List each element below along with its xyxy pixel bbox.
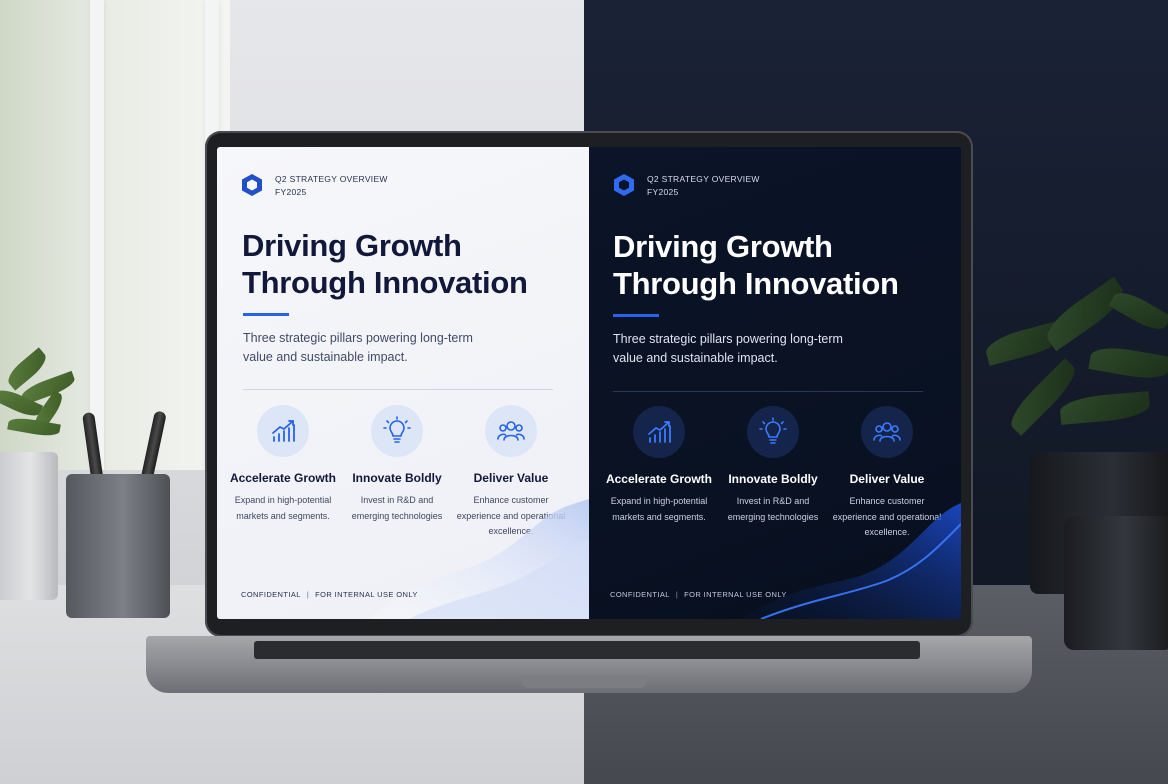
accent-underline bbox=[613, 314, 659, 317]
people-group-icon bbox=[497, 421, 525, 441]
slide-header: Q2 STRATEGY OVERVIEW FY2025 bbox=[613, 173, 760, 199]
header-title: Q2 STRATEGY OVERVIEW bbox=[275, 174, 388, 184]
decorative-wave bbox=[741, 503, 961, 619]
header-year: FY2025 bbox=[275, 187, 307, 197]
footer-separator: | bbox=[675, 590, 679, 599]
plant-pot bbox=[0, 452, 58, 600]
decorative-wave bbox=[369, 499, 589, 619]
slide-light: Q2 STRATEGY OVERVIEW FY2025 Driving Grow… bbox=[217, 147, 589, 619]
slide-header: Q2 STRATEGY OVERVIEW FY2025 bbox=[241, 173, 388, 199]
laptop-screen: Q2 STRATEGY OVERVIEW FY2025 Driving Grow… bbox=[217, 147, 961, 619]
hexagon-logo-icon bbox=[242, 174, 262, 196]
growth-chart-icon bbox=[272, 420, 295, 442]
footer-internal: FOR INTERNAL USE ONLY bbox=[684, 590, 787, 599]
pillar-title: Deliver Value bbox=[849, 472, 925, 486]
keyboard bbox=[254, 641, 920, 659]
accent-underline bbox=[243, 313, 289, 316]
footer-internal: FOR INTERNAL USE ONLY bbox=[315, 590, 418, 599]
pillar-accelerate-growth: Accelerate Growth Expand in high-potenti… bbox=[227, 405, 339, 540]
pillar-title: Deliver Value bbox=[473, 471, 549, 485]
footer-separator: | bbox=[306, 590, 310, 599]
pillar-accelerate-growth: Accelerate Growth Expand in high-potenti… bbox=[603, 406, 715, 541]
laptop-notch bbox=[521, 676, 647, 688]
slide-title: Driving Growth Through Innovation bbox=[613, 229, 899, 301]
slide-footer: CONFIDENTIAL | FOR INTERNAL USE ONLY bbox=[610, 590, 787, 599]
pillar-title: Innovate Boldly bbox=[728, 472, 818, 486]
slide-subtitle: Three strategic pillars powering long-te… bbox=[613, 332, 843, 365]
lightbulb-icon bbox=[383, 416, 411, 443]
footer-confidential: CONFIDENTIAL bbox=[241, 590, 301, 599]
hexagon-logo-icon bbox=[614, 174, 634, 196]
divider bbox=[243, 389, 553, 390]
mug bbox=[1064, 516, 1168, 650]
slide-footer: CONFIDENTIAL | FOR INTERNAL USE ONLY bbox=[241, 590, 418, 599]
lightbulb-icon bbox=[759, 417, 787, 444]
slide-subtitle: Three strategic pillars powering long-te… bbox=[243, 331, 473, 364]
divider bbox=[613, 391, 923, 392]
growth-chart-icon bbox=[648, 421, 671, 443]
people-group-icon bbox=[873, 422, 901, 442]
pillar-title: Innovate Boldly bbox=[352, 471, 442, 485]
pillar-title: Accelerate Growth bbox=[229, 471, 337, 485]
slide-title: Driving Growth Through Innovation bbox=[242, 228, 528, 300]
pillar-title: Accelerate Growth bbox=[605, 472, 713, 486]
pillar-description: Expand in high-potential markets and seg… bbox=[610, 496, 708, 522]
pillar-description: Expand in high-potential markets and seg… bbox=[234, 495, 332, 521]
header-year: FY2025 bbox=[647, 187, 679, 197]
footer-confidential: CONFIDENTIAL bbox=[610, 590, 670, 599]
pen-cup bbox=[66, 474, 170, 618]
slide-dark: Q2 STRATEGY OVERVIEW FY2025 Driving Grow… bbox=[589, 147, 961, 619]
window-frame bbox=[90, 0, 104, 470]
header-title: Q2 STRATEGY OVERVIEW bbox=[647, 174, 760, 184]
